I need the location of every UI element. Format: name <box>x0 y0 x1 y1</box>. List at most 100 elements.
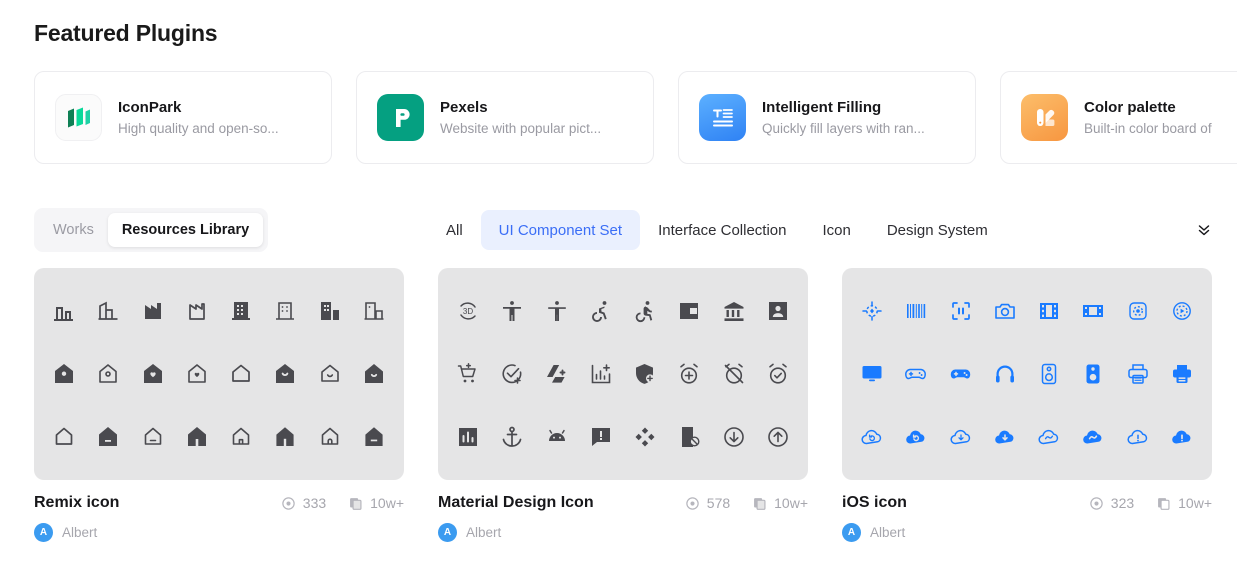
icloud-exclamation-filled-icon <box>1172 430 1191 444</box>
airplay-video-icon <box>1172 302 1191 321</box>
resource-cards-list: Remix icon 333 10w+ A Albert 3D Material… <box>34 268 1212 542</box>
avatar: A <box>438 523 457 542</box>
view-segmented-control: Works Resources Library <box>34 208 269 252</box>
icloud-refresh-outline-icon <box>861 429 882 444</box>
category-filter-tabs: All UI Component Set Interface Collectio… <box>428 208 1217 252</box>
plugin-card-iconpark[interactable]: IconPark High quality and open-so... <box>34 71 332 164</box>
resources-library-page: Featured Plugins IconPark High quality a… <box>0 0 1237 575</box>
building-outline-icon <box>98 301 118 321</box>
office-building-filled-icon <box>232 302 251 321</box>
plugin-desc: Website with popular pict... <box>440 121 602 136</box>
add-moderator-icon <box>636 363 655 384</box>
add-task-icon <box>502 364 522 384</box>
home-heart-filled-icon <box>143 363 162 383</box>
resource-card-remix-icon[interactable]: Remix icon 333 10w+ A Albert <box>34 268 404 542</box>
filter-tab-all[interactable]: All <box>428 210 481 250</box>
use-count-value: 10w+ <box>774 495 808 511</box>
home-gear-outline-icon <box>99 364 118 383</box>
display-icon <box>862 365 882 382</box>
buildings-filled-icon <box>320 302 339 321</box>
filter-tab-icon[interactable]: Icon <box>804 210 868 250</box>
resource-author[interactable]: A Albert <box>34 523 404 542</box>
icloud-download-filled-icon <box>995 430 1014 444</box>
filter-tab-design-system[interactable]: Design System <box>869 210 1006 250</box>
plugin-desc: High quality and open-so... <box>118 121 279 136</box>
filter-tab-ui-component-set[interactable]: UI Component Set <box>480 210 641 250</box>
resource-author[interactable]: A Albert <box>438 523 808 542</box>
view-count: 323 <box>1089 495 1134 511</box>
resource-footer: Material Design Icon 578 10w+ A Albert <box>438 480 808 542</box>
accessibility-icon <box>503 301 522 322</box>
printer-filled-icon <box>1172 364 1191 383</box>
plugin-card-color-palette[interactable]: Color palette Built-in color board of <box>1000 71 1237 164</box>
buildings-outline-icon <box>364 302 384 321</box>
eye-icon <box>1090 496 1103 510</box>
resource-card-ios-icon[interactable]: iOS icon 323 10w+ A Albert <box>842 268 1212 542</box>
icon-preview-grid[interactable] <box>34 268 404 480</box>
iconpark-logo-icon <box>67 107 90 127</box>
alarm-off-icon <box>724 363 743 384</box>
accessible-icon <box>591 301 607 323</box>
resource-stats: 323 10w+ <box>1089 495 1212 511</box>
color-palette-logo <box>1021 94 1068 141</box>
author-name: Albert <box>870 525 906 540</box>
account-box-icon <box>768 302 787 321</box>
resource-header: iOS icon 323 10w+ <box>842 494 1212 512</box>
home-gear-filled-icon <box>55 363 74 383</box>
accessible-forward-icon <box>635 301 653 323</box>
plugin-text: Intelligent Filling Quickly fill layers … <box>762 99 925 136</box>
home-minus-2-filled-icon <box>365 426 383 446</box>
resource-title: iOS icon <box>842 494 907 511</box>
factory-filled-icon <box>144 303 161 320</box>
arkit-icon <box>862 301 882 322</box>
headphones-icon <box>995 365 1014 383</box>
plugin-name: Color palette <box>1084 99 1176 116</box>
resource-card-material-design-icon[interactable]: 3D Material Design Icon 578 10w+ A Alber… <box>438 268 808 542</box>
icloud-sync-filled-icon <box>1083 430 1102 444</box>
avatar: A <box>842 523 861 542</box>
arrow-circle-up-icon <box>768 426 788 447</box>
add-shopping-cart-icon <box>457 363 476 383</box>
resource-stats: 578 10w+ <box>685 495 808 511</box>
home-door-filled-icon <box>187 426 206 446</box>
pexels-logo-icon <box>395 108 410 127</box>
account-balance-icon <box>724 302 744 322</box>
hifispeaker-filled-icon <box>1086 364 1100 384</box>
resource-footer: Remix icon 333 10w+ A Albert <box>34 480 404 542</box>
resource-title: Remix icon <box>34 494 120 511</box>
account-balance-wallet-icon <box>680 303 699 320</box>
api-icon <box>635 427 655 447</box>
home-outline-icon <box>232 364 250 382</box>
resource-footer: iOS icon 323 10w+ A Albert <box>842 480 1212 542</box>
home-smile-2-filled-icon <box>364 363 383 383</box>
add-to-drive-icon <box>546 364 566 383</box>
copy-icon <box>1158 497 1170 510</box>
film-strip-icon <box>1040 303 1059 320</box>
add-alarm-icon <box>680 363 699 384</box>
analytics-icon <box>459 427 478 446</box>
author-name: Albert <box>466 525 502 540</box>
plugin-text: Pexels Website with popular pict... <box>440 99 601 136</box>
plugin-name: IconPark <box>118 99 182 116</box>
featured-plugins-list: IconPark High quality and open-so... Pex… <box>34 71 1237 164</box>
view-count-value: 578 <box>706 495 731 511</box>
icon-preview-grid[interactable]: 3D <box>438 268 808 480</box>
copy-icon <box>350 497 362 510</box>
intelligent-filling-logo <box>699 94 746 141</box>
segment-resources-library[interactable]: Resources Library <box>107 213 264 247</box>
resource-stats: 333 10w+ <box>281 495 404 511</box>
plugin-card-pexels[interactable]: Pexels Website with popular pict... <box>356 71 654 164</box>
pexels-logo <box>377 94 424 141</box>
resource-author[interactable]: A Albert <box>842 523 1212 542</box>
plugin-card-intelligent-filling[interactable]: Intelligent Filling Quickly fill layers … <box>678 71 976 164</box>
use-count-value: 10w+ <box>370 495 404 511</box>
3d-rotation-icon: 3D <box>460 302 476 320</box>
segment-works[interactable]: Works <box>39 213 108 247</box>
office-building-outline-icon <box>276 302 295 321</box>
chevron-double-down-icon[interactable] <box>1191 217 1217 243</box>
resource-title: Material Design Icon <box>438 494 594 511</box>
filter-tab-interface-collection[interactable]: Interface Collection <box>640 210 804 250</box>
plugin-desc: Built-in color board of <box>1084 121 1212 136</box>
factory-outline-icon <box>189 303 205 321</box>
icon-preview-grid[interactable] <box>842 268 1212 480</box>
